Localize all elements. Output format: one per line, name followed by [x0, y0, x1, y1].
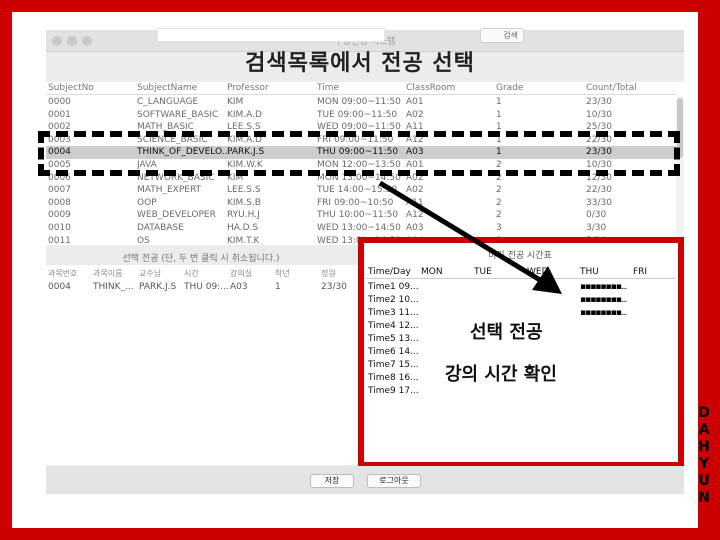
arrow-shaft [378, 180, 542, 283]
save-button[interactable]: 저장 [310, 474, 354, 488]
side-letter: N [698, 490, 710, 506]
side-letter: U [698, 473, 710, 489]
logout-button[interactable]: 로그아웃 [367, 474, 421, 488]
side-letter: Y [698, 456, 710, 472]
arrow-graphic [378, 180, 562, 294]
side-letter: A [698, 422, 710, 438]
side-letter: H [698, 439, 710, 455]
annotation-note-2: 강의 시간 확인 [445, 364, 557, 385]
side-letter: D [698, 405, 710, 421]
bottom-bar [46, 466, 684, 494]
annotation-note-1: 선택 전공 [470, 322, 543, 343]
side-watermark: D A H Y U N [698, 405, 710, 507]
